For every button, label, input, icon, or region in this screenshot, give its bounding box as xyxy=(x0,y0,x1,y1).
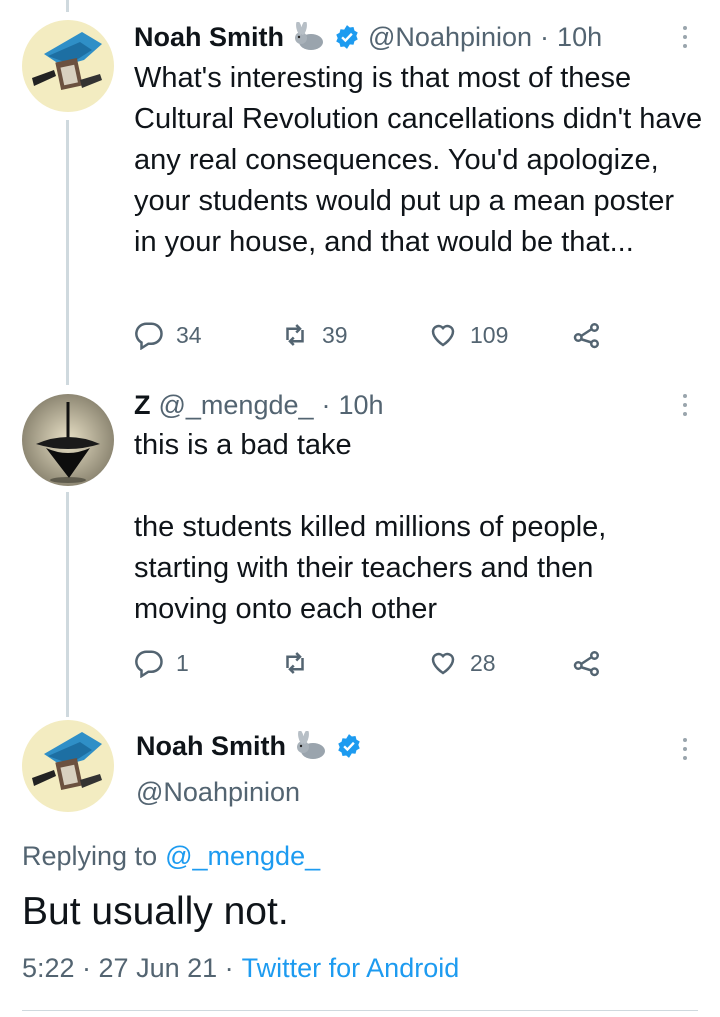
more-options-icon[interactable] xyxy=(675,738,695,760)
like-count: 109 xyxy=(470,321,509,348)
author-handle[interactable]: @_mengde_ xyxy=(159,390,314,421)
share-button[interactable] xyxy=(572,320,602,350)
reply-button[interactable]: 1 xyxy=(134,648,189,678)
retweet-icon xyxy=(286,324,304,346)
separator-dot: · xyxy=(321,389,331,420)
thread-line xyxy=(66,0,69,12)
tweet-time[interactable]: 10h xyxy=(339,390,384,421)
author-name[interactable]: Noah Smith xyxy=(134,22,284,53)
retweet-count: 39 xyxy=(322,321,348,348)
avatar-z[interactable] xyxy=(22,394,114,486)
tweet-time[interactable]: 10h xyxy=(557,22,602,53)
share-button[interactable] xyxy=(572,648,602,678)
tweet-header: Z @_mengde_ · 10h xyxy=(134,386,384,424)
reply-icon xyxy=(135,322,163,350)
share-icon xyxy=(573,323,599,349)
verified-badge-icon xyxy=(334,24,360,50)
author-name[interactable]: Noah Smith xyxy=(136,731,286,762)
more-options-icon[interactable] xyxy=(675,26,695,48)
reply-icon xyxy=(135,650,163,678)
bottom-divider xyxy=(22,1010,698,1011)
retweet-button[interactable] xyxy=(280,648,322,678)
reply-count: 34 xyxy=(176,321,202,348)
like-count: 28 xyxy=(470,649,496,676)
author-name[interactable]: Z xyxy=(134,390,151,421)
client-source-link[interactable]: Twitter for Android xyxy=(242,953,460,984)
focused-tweet-meta: 5:22 · 27 Jun 21 · Twitter for Android xyxy=(22,948,459,988)
separator-dot: · xyxy=(540,21,550,52)
replying-to-label: Replying to xyxy=(22,840,158,871)
more-options-icon[interactable] xyxy=(675,394,695,416)
heart-icon xyxy=(431,324,455,347)
verified-badge-icon xyxy=(336,733,362,759)
focused-author-row: Noah Smith xyxy=(136,726,362,766)
rabbit-emoji-icon xyxy=(292,22,326,52)
heart-icon xyxy=(431,652,455,675)
replying-to-line: Replying to @_mengde_ xyxy=(22,836,320,876)
tweet-text: What's interesting is that most of these… xyxy=(134,62,703,258)
like-button[interactable]: 28 xyxy=(428,648,496,678)
author-handle[interactable]: @Noahpinion xyxy=(368,22,532,53)
avatar-noah-smith[interactable] xyxy=(22,720,114,812)
retweet-button[interactable]: 39 xyxy=(280,320,348,350)
rabbit-emoji-icon xyxy=(294,731,328,761)
avatar-noah-smith[interactable] xyxy=(22,20,114,112)
replying-to-handle-link[interactable]: @_mengde_ xyxy=(165,841,320,872)
retweet-icon xyxy=(286,652,304,674)
reply-button[interactable]: 34 xyxy=(134,320,202,350)
tweet-text-line-1: this is a bad take xyxy=(134,429,352,461)
tweet-timestamp: 5:22 · 27 Jun 21 · xyxy=(22,952,234,983)
thread-line xyxy=(66,492,69,717)
tweet-text-line-2: the students killed millions of people, … xyxy=(134,511,607,625)
reply-count: 1 xyxy=(176,649,189,676)
share-icon xyxy=(573,651,599,677)
like-button[interactable]: 109 xyxy=(428,320,508,350)
thread-line xyxy=(66,120,69,385)
tweet-header: Noah Smith @Noahpinion · 10h xyxy=(134,18,602,56)
focused-author-handle[interactable]: @Noahpinion xyxy=(136,772,300,812)
focused-tweet-text: But usually not. xyxy=(22,890,289,933)
